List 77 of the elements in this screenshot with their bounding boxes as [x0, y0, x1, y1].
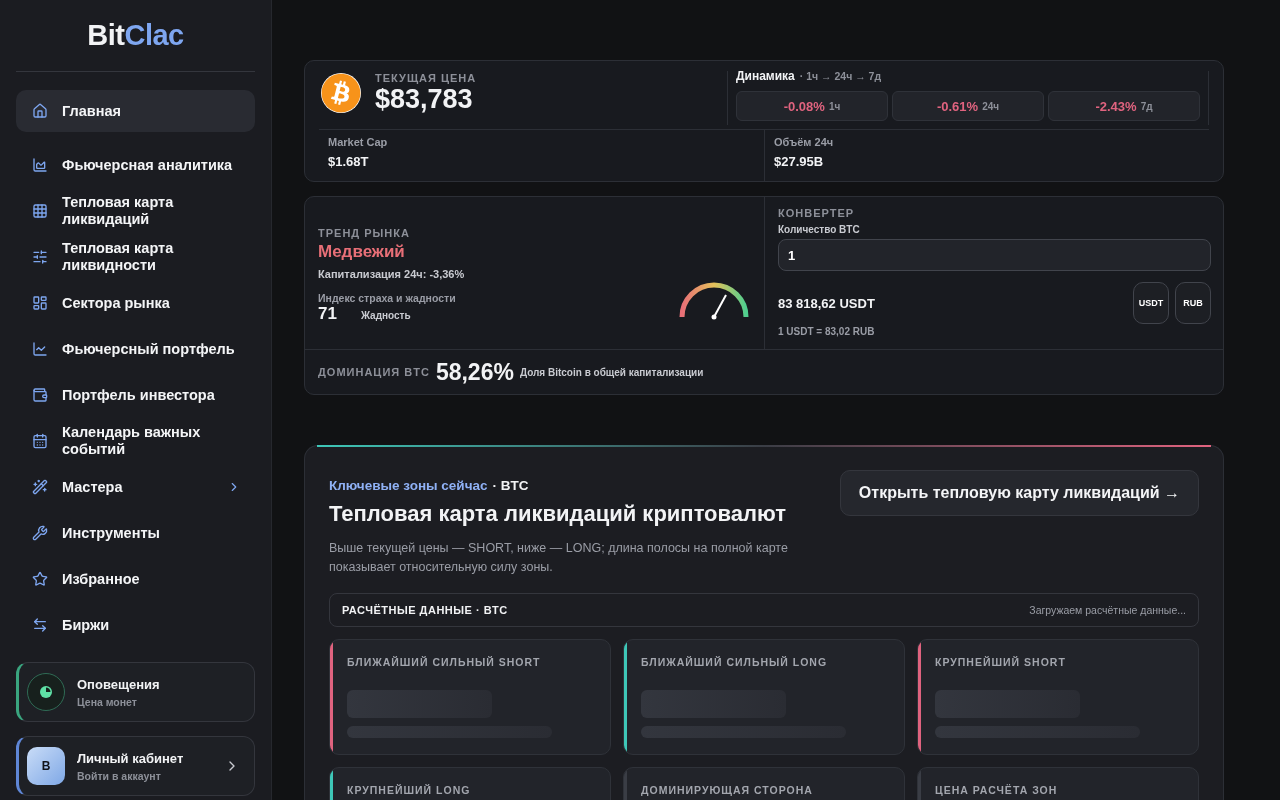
stat-label: Объём 24ч	[774, 136, 835, 148]
account-title: Личный кабинет	[77, 750, 185, 766]
amount-field[interactable]: 1	[778, 239, 1211, 271]
dominance-label: ДОМИНАЦИЯ BTC	[318, 366, 430, 378]
alerts-title: Оповещения	[77, 676, 161, 692]
stat-label: Market Cap	[328, 136, 389, 148]
wallet-icon	[32, 387, 48, 403]
star-icon	[32, 571, 48, 587]
price-value: $83,783	[375, 84, 474, 114]
dominance-caption: Доля Bitcoin в общей капитализации	[519, 366, 704, 378]
nav-item[interactable]: Тепловая карта ликвидаций	[16, 188, 255, 234]
zones-coin: · BTC	[492, 478, 529, 493]
grid-icon	[32, 203, 48, 219]
fear-greed-value: 71	[318, 304, 337, 324]
line-chart-icon	[32, 341, 48, 357]
zone-card-title: БЛИЖАЙШИЙ СИЛЬНЫЙ SHORT	[347, 656, 542, 668]
stat-value: $1.68T	[328, 154, 370, 169]
exchange-rate: 1 USDT = 83,02 RUB	[778, 326, 876, 337]
bitcoin-icon	[321, 73, 361, 113]
nav-item[interactable]: Избранное	[16, 556, 255, 602]
trend-value: Медвежий	[318, 242, 406, 262]
stat-value: $27.95B	[774, 154, 825, 169]
nav-item[interactable]: Сектора рынка	[16, 280, 255, 326]
wand-icon	[32, 479, 48, 495]
nav-item[interactable]: Инструменты	[16, 510, 255, 556]
change-value: -0.61%	[936, 98, 979, 114]
amount-label: Количество BTC	[778, 224, 861, 235]
dashboard-icon	[32, 295, 48, 311]
zone-card-title: КРУПНЕЙШИЙ LONG	[347, 784, 472, 796]
nav-item[interactable]: Фьючерсный портфель	[16, 326, 255, 372]
data-bar-title: РАСЧЁТНЫЕ ДАННЫЕ · BTC	[342, 604, 508, 616]
account-card[interactable]: B Личный кабинет Войти в аккаунт	[16, 736, 255, 796]
dominance-value: 58,26%	[435, 358, 514, 386]
zone-card-title: ЦЕНА РАСЧЁТА ЗОН	[935, 784, 1059, 796]
calendar-icon	[32, 433, 48, 449]
zone-card-title: ДОМИНИРУЮЩАЯ СТОРОНА	[641, 784, 814, 796]
zones-eyebrow: Ключевые зоны сейчас	[329, 478, 488, 493]
dynamics-subtitle: · 1ч → 24ч → 7д	[799, 70, 882, 82]
avatar: B	[27, 747, 65, 785]
change-period: 24ч	[982, 100, 1000, 112]
change-value: -0.08%	[783, 98, 825, 114]
nav-item[interactable]: Главная	[16, 90, 255, 132]
nav-item[interactable]: Тепловая карта ликвидности	[16, 234, 255, 280]
currency-button[interactable]: RUB	[1175, 282, 1211, 324]
loading-status: Загружаем расчётные данные...	[1029, 604, 1186, 616]
fear-greed-mood: Жадность	[360, 310, 411, 321]
dynamics-title: Динамика	[736, 69, 795, 83]
zone-card-title: БЛИЖАЙШИЙ СИЛЬНЫЙ LONG	[641, 656, 829, 668]
account-subtitle: Войти в аккаунт	[77, 769, 162, 782]
alerts-card[interactable]: Оповещения Цена монет	[16, 662, 255, 722]
open-heatmap-button[interactable]: Открыть тепловую карту ликвидаций →	[839, 470, 1199, 516]
fear-greed-label: Индекс страха и жадности	[318, 292, 457, 304]
conversion-result: 83 818,62 USDT	[778, 295, 876, 311]
price-label: ТЕКУЩАЯ ЦЕНА	[375, 72, 477, 84]
cap-change: Капитализация 24ч: -3,36%	[318, 268, 465, 280]
nav-item[interactable]: Биржи	[16, 602, 255, 648]
pie-icon	[27, 673, 65, 711]
alerts-subtitle: Цена монет	[77, 695, 138, 708]
chart-icon	[32, 157, 48, 173]
change-period: 1ч	[828, 100, 841, 112]
home-icon	[32, 103, 48, 119]
wrench-icon	[32, 525, 48, 541]
zones-description: Выше текущей цены — SHORT, ниже — LONG; длина полосы на полной карте показывает относительную силу зоны.	[329, 540, 789, 576]
logo[interactable]: BitClac	[16, 0, 255, 72]
change-period: 7д	[1140, 100, 1153, 112]
nav-item[interactable]: Портфель инвестора	[16, 372, 255, 418]
trend-label: ТРЕНД РЫНКА	[318, 227, 411, 239]
nav-item[interactable]: Календарь важных событий	[16, 418, 255, 464]
zones-title: Тепловая карта ликвидаций криптовалют	[329, 501, 787, 527]
sliders-icon	[32, 249, 48, 265]
change-value: -2.43%	[1095, 98, 1137, 114]
currency-button[interactable]: USDT	[1133, 282, 1169, 324]
zone-card-title: КРУПНЕЙШИЙ SHORT	[935, 656, 1067, 668]
arrows-icon	[32, 617, 48, 633]
nav-item[interactable]: Фьючерсная аналитика	[16, 142, 255, 188]
nav-item[interactable]: Мастера	[16, 464, 255, 510]
converter-title: КОНВЕРТЕР	[778, 207, 856, 219]
